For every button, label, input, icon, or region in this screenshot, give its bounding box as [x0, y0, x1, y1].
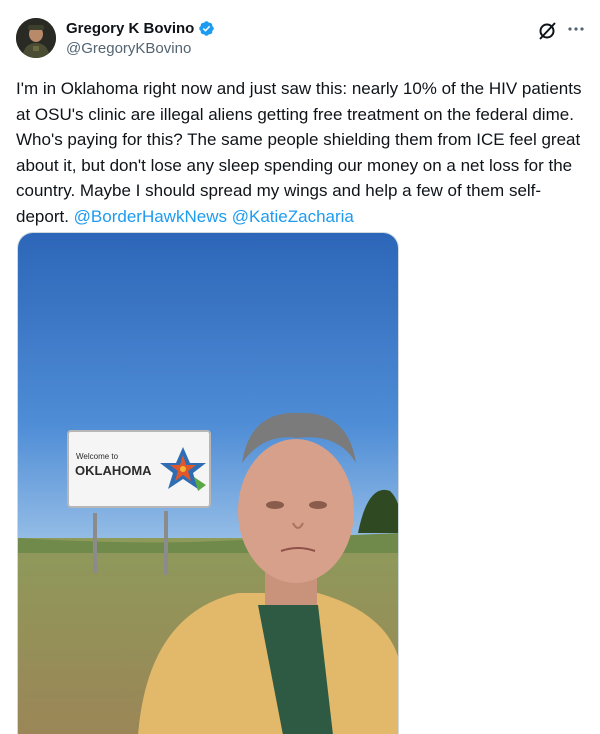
tweet-text: I'm in Oklahoma right now and just saw t…	[16, 76, 586, 229]
tweet-photo[interactable]: Welcome to OKLAHOMA	[17, 232, 399, 734]
sign-text: Welcome to	[76, 452, 119, 461]
avatar[interactable]	[16, 18, 56, 58]
handle[interactable]: @GregoryKBovino	[66, 40, 191, 57]
name-row: Gregory K Bovino	[66, 20, 215, 37]
tweet-body: I'm in Oklahoma right now and just saw t…	[16, 79, 582, 226]
sign-text: OKLAHOMA	[75, 463, 152, 478]
mention-link[interactable]: @KatieZacharia	[232, 207, 354, 226]
sign-post	[164, 511, 168, 575]
tweet-card: Gregory K Bovino @GregoryKBovino I'm in …	[0, 0, 600, 734]
verified-badge-icon	[199, 21, 215, 36]
more-options-icon[interactable]	[565, 18, 587, 40]
grok-icon[interactable]	[536, 20, 558, 42]
display-name[interactable]: Gregory K Bovino	[66, 20, 194, 37]
sign-post	[93, 513, 97, 573]
mention-link[interactable]: @BorderHawkNews	[74, 207, 227, 226]
